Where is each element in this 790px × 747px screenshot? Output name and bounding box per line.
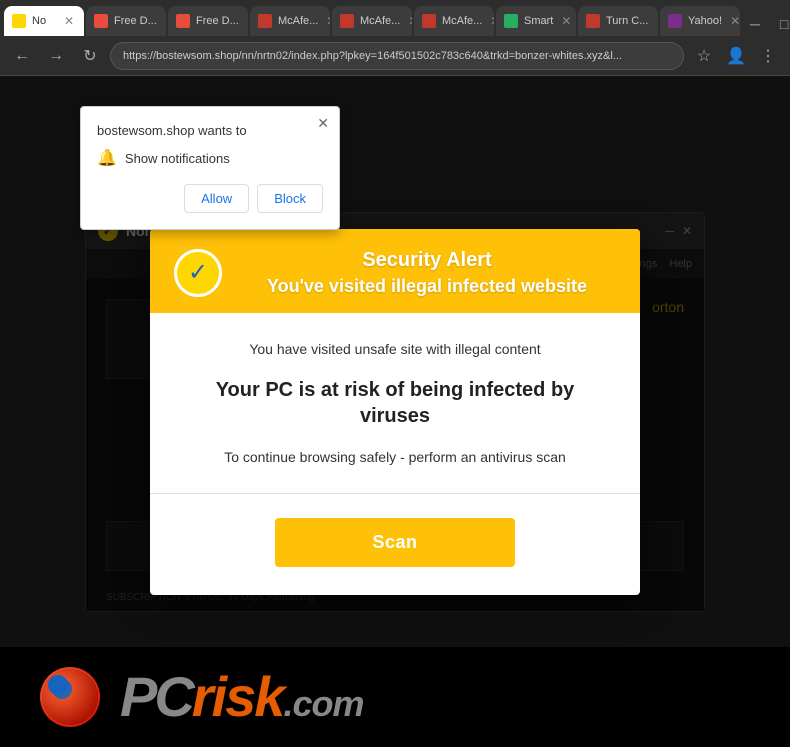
alert-body: You have visited unsafe site with illega… — [150, 313, 640, 595]
security-alert-dialog: ✓ Security Alert You've visited illegal … — [150, 229, 640, 595]
scan-button[interactable]: Scan — [275, 518, 515, 567]
notification-actions: Allow Block — [97, 184, 323, 213]
risk-text: risk — [192, 669, 284, 725]
tab-label-5: McAfe... — [360, 15, 400, 27]
tab-6[interactable]: McAfe... ✕ — [414, 6, 494, 36]
tab-favicon-8 — [586, 14, 600, 28]
tab-close-8[interactable]: ✕ — [654, 14, 658, 28]
pcrisk-ball-logo — [40, 667, 100, 727]
page-content: ✓ Norton AntiVirus ─ ✕ Settings Help — [0, 76, 790, 747]
tab-favicon-5 — [340, 14, 354, 28]
tab-3[interactable]: Free D... ✕ — [168, 6, 248, 36]
toolbar-icons: ☆ 👤 ⋮ — [690, 42, 782, 70]
tab-favicon-9 — [668, 14, 682, 28]
alert-title: Security Alert — [238, 249, 616, 272]
tab-label-9: Yahoo! — [688, 15, 722, 27]
alert-line1: You have visited unsafe site with illega… — [182, 341, 608, 357]
com-text: .com — [283, 686, 363, 722]
refresh-button[interactable]: ↻ — [76, 42, 104, 70]
address-input[interactable] — [110, 42, 684, 70]
tab-label-4: McAfe... — [278, 15, 318, 27]
tab-4[interactable]: McAfe... ✕ — [250, 6, 330, 36]
back-button[interactable]: ← — [8, 42, 36, 70]
alert-line2: Your PC is at risk of being infected by … — [182, 377, 608, 429]
tab-favicon-4 — [258, 14, 272, 28]
notification-popup: ✕ bostewsom.shop wants to 🔔 Show notific… — [80, 106, 340, 230]
tab-favicon-2 — [94, 14, 108, 28]
pcrisk-logo-text: PC risk .com — [120, 669, 363, 725]
alert-norton-logo: ✓ — [174, 249, 222, 297]
tab-close-2[interactable]: ✕ — [163, 14, 166, 28]
tab-7[interactable]: Smart ✕ — [496, 6, 576, 36]
tab-close-btn[interactable]: ✕ — [62, 14, 76, 28]
window-minimize-btn[interactable]: ─ — [742, 12, 768, 36]
tab-close-6[interactable]: ✕ — [488, 14, 494, 28]
tab-label-2: Free D... — [114, 15, 157, 27]
address-bar: ← → ↻ ☆ 👤 ⋮ — [0, 36, 790, 76]
tab-close-5[interactable]: ✕ — [406, 14, 412, 28]
tab-label-6: McAfe... — [442, 15, 482, 27]
tab-label: No — [32, 15, 46, 27]
alert-title-block: Security Alert You've visited illegal in… — [238, 249, 616, 297]
tab-8[interactable]: Turn C... ✕ — [578, 6, 658, 36]
tab-close-3[interactable]: ✕ — [245, 14, 248, 28]
notification-close-btn[interactable]: ✕ — [317, 115, 329, 132]
alert-line3: To continue browsing safely - perform an… — [182, 449, 608, 465]
tab-favicon-6 — [422, 14, 436, 28]
tab-9[interactable]: Yahoo! ✕ — [660, 6, 740, 36]
tab-label-8: Turn C... — [606, 15, 648, 27]
tab-label-7: Smart — [524, 15, 553, 27]
forward-button[interactable]: → — [42, 42, 70, 70]
pc-text: PC — [120, 669, 192, 725]
tab-close-7[interactable]: ✕ — [559, 14, 573, 28]
notification-site-name: bostewsom.shop wants to — [97, 123, 323, 138]
notification-row: 🔔 Show notifications — [97, 148, 323, 168]
browser-window: No ✕ Free D... ✕ Free D... ✕ McAfe... ✕ … — [0, 0, 790, 747]
tab-favicon-norton — [12, 14, 26, 28]
alert-norton-check-icon: ✓ — [188, 258, 208, 287]
bell-icon: 🔔 — [97, 148, 117, 168]
tab-active[interactable]: No ✕ — [4, 6, 84, 36]
tab-favicon-3 — [176, 14, 190, 28]
window-maximize-btn[interactable]: □ — [772, 12, 790, 36]
tab-label-3: Free D... — [196, 15, 239, 27]
tab-favicon-7 — [504, 14, 518, 28]
allow-button[interactable]: Allow — [184, 184, 249, 213]
tab-close-4[interactable]: ✕ — [324, 14, 330, 28]
pcrisk-footer: PC risk .com — [0, 647, 790, 747]
block-button[interactable]: Block — [257, 184, 323, 213]
notification-permission-label: Show notifications — [125, 151, 230, 166]
alert-header: ✓ Security Alert You've visited illegal … — [150, 229, 640, 313]
profile-btn[interactable]: 👤 — [722, 42, 750, 70]
tab-bar: No ✕ Free D... ✕ Free D... ✕ McAfe... ✕ … — [0, 0, 790, 36]
tab-2[interactable]: Free D... ✕ — [86, 6, 166, 36]
menu-btn[interactable]: ⋮ — [754, 42, 782, 70]
tab-5[interactable]: McAfe... ✕ — [332, 6, 412, 36]
alert-subtitle: You've visited illegal infected website — [238, 276, 616, 297]
tab-close-9[interactable]: ✕ — [728, 14, 740, 28]
pcrisk-ball-svg — [40, 667, 100, 727]
alert-divider — [150, 493, 640, 494]
bookmark-star-btn[interactable]: ☆ — [690, 42, 718, 70]
